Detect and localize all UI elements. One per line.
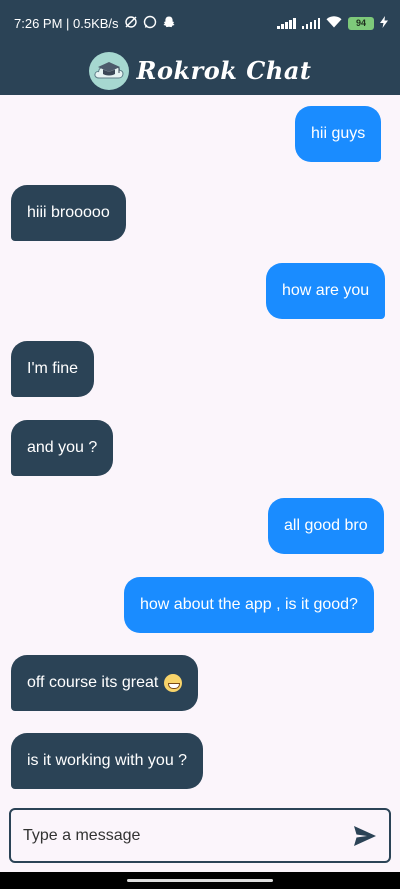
message-text: hii guys: [311, 125, 366, 142]
signal-icon-2: [301, 17, 320, 29]
message-text: how are you: [282, 282, 370, 299]
message-bubble-sent[interactable]: how are you: [266, 263, 386, 319]
send-icon: [354, 825, 376, 846]
message-text: off course its great: [27, 674, 159, 691]
wifi-icon: [326, 15, 342, 31]
system-nav-bar: [0, 872, 400, 889]
message-text: is it working with you ?: [27, 752, 188, 769]
status-bar: 7:26 PM | 0.5KB/s 94: [0, 0, 400, 46]
message-bubble-received[interactable]: hiii brooooo: [11, 185, 126, 241]
message-bubble-sent[interactable]: hii guys: [295, 106, 382, 162]
message-bubble-sent[interactable]: all good bro: [268, 498, 384, 554]
alarm-off-icon: [124, 15, 138, 32]
message-bubble-received[interactable]: is it working with you ?: [11, 733, 204, 789]
home-handle[interactable]: [127, 879, 273, 882]
send-button[interactable]: [351, 822, 379, 850]
message-list[interactable]: hii guys hiii brooooo how are you I'm fi…: [0, 95, 400, 801]
message-text: how about the app , is it good?: [140, 596, 358, 613]
message-input[interactable]: [23, 826, 323, 845]
message-text: and you ?: [27, 439, 98, 456]
app-title: Rokrok Chat: [136, 56, 312, 85]
message-bubble-received[interactable]: I'm fine: [11, 341, 95, 397]
app-header: Rokrok Chat: [0, 46, 400, 95]
message-bubble-received[interactable]: off course its great: [11, 655, 199, 711]
message-text: all good bro: [284, 517, 368, 534]
message-text: hiii brooooo: [27, 204, 110, 221]
graduation-cap-cloud-icon: [88, 51, 129, 90]
charging-icon: [380, 15, 388, 31]
status-time: 7:26 PM | 0.5KB/s: [14, 15, 119, 31]
whatsapp-icon: [143, 15, 157, 32]
signal-icon: [277, 17, 296, 29]
message-composer: [9, 808, 391, 863]
message-bubble-sent[interactable]: how about the app , is it good?: [124, 577, 374, 633]
grinning-face-icon: [164, 674, 183, 692]
message-bubble-received[interactable]: and you ?: [11, 420, 114, 476]
battery-icon: 94: [348, 16, 374, 30]
snapchat-icon: [162, 15, 176, 32]
message-text: I'm fine: [27, 360, 79, 377]
